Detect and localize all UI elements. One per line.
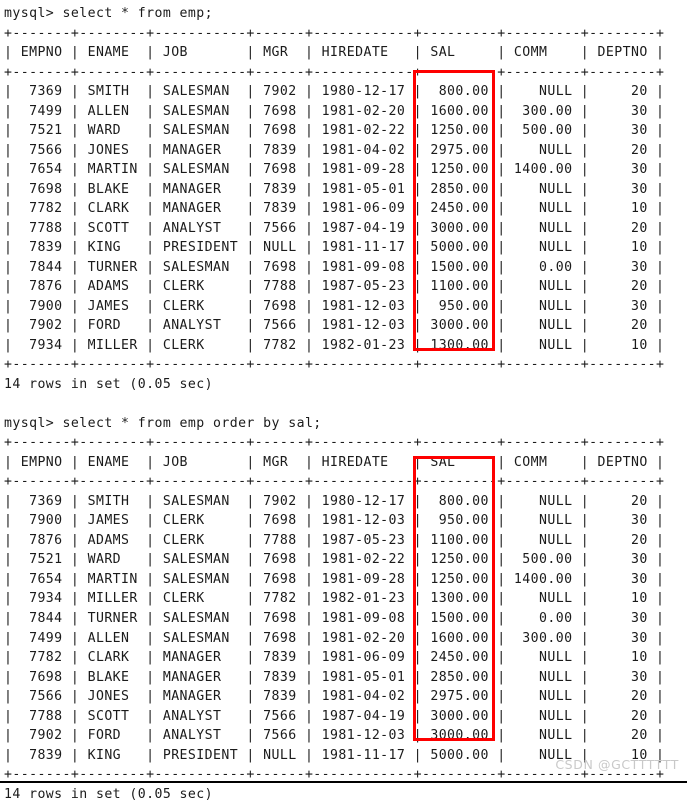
terminal-screen: mysql> select * from emp; +-------+------…	[0, 0, 687, 802]
table-row: | 7902 | FORD | ANALYST | 7566 | 1981-12…	[4, 318, 665, 334]
query-prompt-line-1: mysql> select * from emp;	[4, 6, 213, 21]
table-rule-top-2: +-------+--------+-----------+------+---…	[4, 435, 665, 451]
table-row: | 7782 | CLARK | MANAGER | 7839 | 1981-0…	[4, 650, 665, 666]
table-header-row-2: | EMPNO | ENAME | JOB | MGR | HIREDATE |…	[4, 454, 665, 470]
table-row: | 7782 | CLARK | MANAGER | 7839 | 1981-0…	[4, 201, 665, 217]
table-row: | 7900 | JAMES | CLERK | 7698 | 1981-12-…	[4, 298, 665, 314]
table-row: | 7654 | MARTIN | SALESMAN | 7698 | 1981…	[4, 571, 665, 587]
csdn-watermark: CSDN @GCTTTTTT	[555, 757, 679, 772]
table-rule-header-1: +-------+--------+-----------+------+---…	[4, 64, 665, 80]
table-row: | 7788 | SCOTT | ANALYST | 7566 | 1987-0…	[4, 220, 665, 236]
table-row: | 7876 | ADAMS | CLERK | 7788 | 1987-05-…	[4, 279, 665, 295]
table-rule-top-1: +-------+--------+-----------+------+---…	[4, 25, 665, 41]
table-row: | 7844 | TURNER | SALESMAN | 7698 | 1981…	[4, 259, 665, 275]
result-status-2: 14 rows in set (0.05 sec)	[4, 786, 213, 802]
table-row: | 7654 | MARTIN | SALESMAN | 7698 | 1981…	[4, 162, 665, 178]
table-row: | 7934 | MILLER | CLERK | 7782 | 1982-01…	[4, 591, 665, 607]
table-row: | 7839 | KING | PRESIDENT | NULL | 1981-…	[4, 240, 665, 256]
console-output: mysql> select * from emp; +-------+------…	[4, 4, 687, 804]
table-row: | 7499 | ALLEN | SALESMAN | 7698 | 1981-…	[4, 103, 665, 119]
table-row: | 7902 | FORD | ANALYST | 7566 | 1981-12…	[4, 728, 665, 744]
result-status-1: 14 rows in set (0.05 sec)	[4, 376, 213, 392]
table-rule-bottom-1: +-------+--------+-----------+------+---…	[4, 357, 665, 373]
table-row: | 7698 | BLAKE | MANAGER | 7839 | 1981-0…	[4, 181, 665, 197]
query-prompt-line-2: mysql> select * from emp order by sal;	[4, 415, 322, 431]
table-row: | 7844 | TURNER | SALESMAN | 7698 | 1981…	[4, 610, 665, 626]
table-row: | 7521 | WARD | SALESMAN | 7698 | 1981-0…	[4, 552, 665, 568]
table-row: | 7698 | BLAKE | MANAGER | 7839 | 1981-0…	[4, 669, 665, 685]
table-row: | 7566 | JONES | MANAGER | 7839 | 1981-0…	[4, 142, 665, 158]
table-row: | 7521 | WARD | SALESMAN | 7698 | 1981-0…	[4, 123, 665, 139]
table-row: | 7876 | ADAMS | CLERK | 7788 | 1987-05-…	[4, 532, 665, 548]
table-row: | 7934 | MILLER | CLERK | 7782 | 1982-01…	[4, 337, 665, 353]
table-row: | 7369 | SMITH | SALESMAN | 7902 | 1980-…	[4, 493, 665, 509]
table-row: | 7499 | ALLEN | SALESMAN | 7698 | 1981-…	[4, 630, 665, 646]
table-row: | 7369 | SMITH | SALESMAN | 7902 | 1980-…	[4, 84, 665, 100]
table-row: | 7566 | JONES | MANAGER | 7839 | 1981-0…	[4, 689, 665, 705]
table-row: | 7900 | JAMES | CLERK | 7698 | 1981-12-…	[4, 513, 665, 529]
table-row: | 7788 | SCOTT | ANALYST | 7566 | 1987-0…	[4, 708, 665, 724]
table-rule-header-2: +-------+--------+-----------+------+---…	[4, 474, 665, 490]
table-header-row-1: | EMPNO | ENAME | JOB | MGR | HIREDATE |…	[4, 45, 665, 61]
